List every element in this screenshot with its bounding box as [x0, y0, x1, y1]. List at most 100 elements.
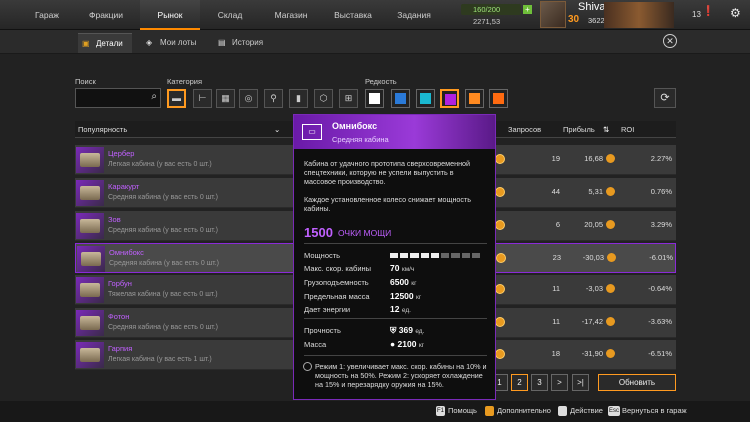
- roi-value: 3.29%: [650, 220, 672, 229]
- nav-tab-factions[interactable]: Фракции: [72, 0, 140, 30]
- update-button[interactable]: Обновить: [598, 374, 676, 391]
- next-page-button[interactable]: >: [551, 374, 568, 391]
- stat-label: Масса: [304, 340, 327, 349]
- profit-value: 16,68: [584, 154, 603, 163]
- cargo-value: 6500 кг: [390, 277, 417, 287]
- item-subtitle: Легкая кабина (у вас есть 0 шт.): [108, 161, 212, 168]
- page-2-button[interactable]: 2: [511, 374, 528, 391]
- cabin-image: [76, 180, 104, 206]
- item-name: Зов: [108, 215, 121, 224]
- stat-label: Прочность: [304, 326, 341, 335]
- category-cabins[interactable]: ▬: [167, 89, 186, 108]
- col-profit[interactable]: Прибыль: [563, 121, 595, 138]
- nav-tab-exhibition[interactable]: Выставка: [322, 0, 384, 30]
- coin-icon: [495, 220, 505, 230]
- search-input[interactable]: ⌕: [75, 88, 161, 108]
- requests-value: 11: [552, 317, 560, 326]
- cabin-image: [76, 213, 104, 239]
- coin-icon: [495, 317, 505, 327]
- requests-value: 44: [551, 187, 560, 196]
- tab-my-lots[interactable]: ◈ Мои лоты: [142, 33, 212, 53]
- category-structure[interactable]: ▮: [289, 89, 308, 108]
- close-icon[interactable]: ✕: [663, 34, 677, 48]
- mass-value: ● 2100 кг: [390, 339, 425, 349]
- more-hint[interactable]: Дополнительно: [485, 406, 551, 416]
- stat-label: Мощность: [304, 251, 341, 260]
- rarity-rare[interactable]: [391, 89, 410, 108]
- cabin-image: [76, 310, 104, 336]
- item-subtitle: Легкая кабина (у вас есть 1 шт.): [108, 356, 212, 363]
- coin-icon: [606, 187, 615, 196]
- coin-icon: [606, 154, 615, 163]
- rarity-special[interactable]: [416, 89, 435, 108]
- rarity-relic[interactable]: [489, 89, 508, 108]
- sort-popularity[interactable]: Популярность: [78, 121, 127, 138]
- back-to-garage-hint[interactable]: Esc Вернуться в гараж: [608, 406, 687, 416]
- coin-icon: [495, 154, 505, 164]
- coin-icon: [606, 220, 615, 229]
- category-wheels[interactable]: ◎: [239, 89, 258, 108]
- nav-tab-garage[interactable]: Гараж: [22, 0, 72, 30]
- search-icon[interactable]: ⌕: [151, 91, 157, 102]
- help-hint[interactable]: F1 Помощь: [436, 406, 477, 416]
- sort-arrows-icon[interactable]: ⇅: [603, 121, 609, 138]
- history-icon: ▤: [218, 38, 226, 47]
- requests-value: 23: [552, 253, 561, 262]
- category-modules[interactable]: ▦: [216, 89, 235, 108]
- category-decor[interactable]: ⬡: [314, 89, 333, 108]
- nav-tab-storage[interactable]: Склад: [200, 0, 260, 30]
- cabin-image: [76, 147, 104, 173]
- category-movement[interactable]: ⚲: [264, 89, 283, 108]
- category-all[interactable]: ⊞: [339, 89, 358, 108]
- alert-icon[interactable]: ❗: [702, 6, 714, 17]
- stat-label: Макс. скор. кабины: [304, 264, 372, 273]
- col-requests[interactable]: Запросов: [508, 121, 541, 138]
- last-page-button[interactable]: >|: [572, 374, 589, 391]
- tab-label: Мои лоты: [160, 38, 197, 47]
- durability-value: ⛨ 369 ед.: [390, 325, 425, 335]
- col-roi[interactable]: ROI: [621, 121, 634, 138]
- rarity-common[interactable]: [365, 89, 384, 108]
- stat-label: Дает энергии: [304, 305, 351, 314]
- category-weapons[interactable]: ⊢: [193, 89, 212, 108]
- cabin-image: [76, 342, 104, 368]
- speed-value: 70 км/ч: [390, 263, 415, 273]
- nav-tab-tasks[interactable]: Задания: [384, 0, 444, 30]
- divider: [304, 243, 487, 244]
- item-name: Цербер: [108, 149, 135, 158]
- item-name: Омнибокс: [109, 248, 144, 257]
- item-subtitle: Средняя кабина (у вас есть 0 шт.): [108, 194, 219, 201]
- gear-icon[interactable]: ⚙: [730, 6, 741, 20]
- tab-label: История: [232, 38, 264, 47]
- rarity-legendary[interactable]: [465, 89, 484, 108]
- roi-value: 0.76%: [650, 187, 672, 196]
- cabin-icon: ▭: [302, 124, 322, 140]
- hint-label: Помощь: [448, 406, 477, 415]
- page-3-button[interactable]: 3: [531, 374, 548, 391]
- action-hint[interactable]: Действие: [558, 406, 603, 416]
- power-score: 1500: [304, 225, 333, 240]
- refresh-icon[interactable]: ⟳: [654, 88, 676, 108]
- item-subtitle: Средняя кабина (у вас есть 0 шт.): [108, 227, 219, 234]
- coin-icon: [606, 349, 615, 358]
- chevron-down-icon[interactable]: ⌄: [274, 121, 280, 138]
- key-f1-icon: F1: [436, 406, 445, 416]
- tab-history[interactable]: ▤ История: [214, 33, 274, 53]
- profit-value: -30,03: [582, 253, 604, 262]
- item-tooltip: ▭ Омнибокс Средняя кабина Кабина от удач…: [293, 114, 496, 400]
- cabin-image: [77, 246, 105, 272]
- avatar[interactable]: [540, 1, 566, 28]
- coin-icon: [495, 284, 505, 294]
- rarity-epic[interactable]: [440, 89, 459, 108]
- requests-value: 11: [552, 284, 560, 293]
- nav-tab-market[interactable]: Рынок: [140, 0, 200, 30]
- tooltip-description: Кабина от удачного прототипа сверхсоврем…: [304, 159, 471, 186]
- tab-details[interactable]: ▣ Детали: [78, 33, 132, 53]
- add-resource-button[interactable]: +: [523, 5, 532, 14]
- coin-icon: [606, 317, 615, 326]
- item-name: Гарпия: [108, 344, 133, 353]
- notification-count: 13: [692, 10, 701, 19]
- divider: [304, 355, 487, 356]
- stat-label: Предельная масса: [304, 292, 370, 301]
- nav-tab-shop[interactable]: Магазин: [260, 0, 322, 30]
